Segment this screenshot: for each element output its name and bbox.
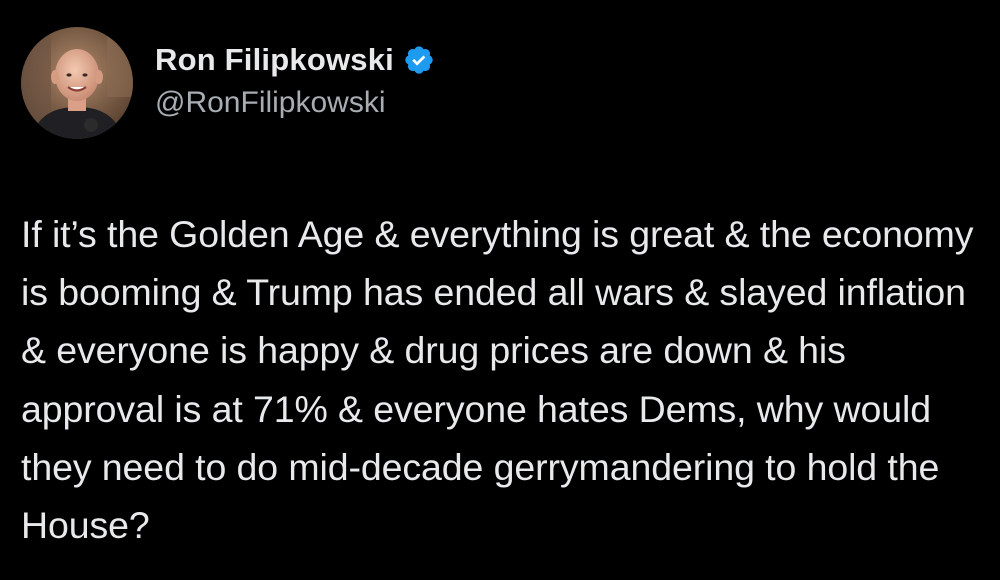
- tweet-card: Ron Filipkowski @RonFilipkowski If it’s …: [0, 0, 1000, 580]
- author-display-name[interactable]: Ron Filipkowski: [155, 42, 394, 78]
- verified-badge-icon: [403, 44, 435, 76]
- tweet-header: Ron Filipkowski @RonFilipkowski: [21, 27, 435, 139]
- tweet-text: If it’s the Golden Age & everything is g…: [21, 213, 984, 547]
- author-info: Ron Filipkowski @RonFilipkowski: [155, 38, 435, 120]
- name-row: Ron Filipkowski: [155, 38, 435, 82]
- author-handle[interactable]: @RonFilipkowski: [155, 86, 435, 120]
- profile-photo-icon[interactable]: [21, 27, 133, 139]
